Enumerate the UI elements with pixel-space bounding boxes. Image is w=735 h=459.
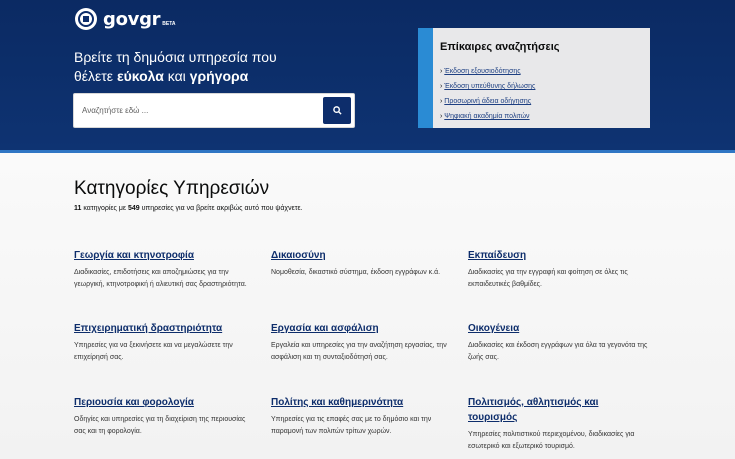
list-item: › Έκδοση υπεύθυνης δήλωσης — [440, 83, 536, 90]
category-link-business[interactable]: Επιχειρηματική δραστηριότητα — [74, 321, 259, 336]
search-icon — [332, 106, 342, 115]
list-item: › Προσωρινή άδεια οδήγησης — [440, 98, 532, 105]
category-description: Διαδικασίες, επιδοτήσεις και αποζημιώσει… — [74, 269, 247, 288]
popular-searches-panel: Επίκαιρες αναζητήσεις › Έκδοση εξουσιοδό… — [418, 28, 650, 128]
list-item: › Ψηφιακή ακαδημία πολιτών — [440, 113, 530, 120]
popular-link[interactable]: Προσωρινή άδεια οδήγησης — [444, 98, 531, 105]
category-card: Δικαιοσύνη Νομοθεσία, δικαστικό σύστημα,… — [271, 248, 456, 279]
category-card: Πολιτισμός, αθλητισμός και τουρισμός Υπη… — [468, 395, 648, 453]
category-description: Οδηγίες και υπηρεσίες για τη διαχείριση … — [74, 416, 246, 435]
popular-link[interactable]: Έκδοση υπεύθυνης δήλωσης — [444, 83, 535, 90]
category-description: Διαδικασίες και έκδοση εγγράφων για όλα … — [468, 342, 648, 361]
category-card: Εκπαίδευση Διαδικασίες για την εγγραφή κ… — [468, 248, 653, 291]
category-card: Εργασία και ασφάλιση Εργαλεία και υπηρεσ… — [271, 321, 456, 364]
category-card: Οικογένεια Διαδικασίες και έκδοση εγγράφ… — [468, 321, 653, 364]
category-description: Υπηρεσίες πολιτιστικού περιεχομένου, δια… — [468, 431, 635, 450]
page-title: Κατηγορίες Υπηρεσιών — [74, 178, 270, 199]
search-box — [73, 93, 355, 128]
category-link-education[interactable]: Εκπαίδευση — [468, 248, 653, 263]
category-link-justice[interactable]: Δικαιοσύνη — [271, 248, 456, 263]
category-description: Νομοθεσία, δικαστικό σύστημα, έκδοση εγγ… — [271, 269, 441, 276]
category-description: Διαδικασίες για την εγγραφή και φοίτηση … — [468, 269, 628, 288]
popular-link[interactable]: Ψηφιακή ακαδημία πολιτών — [444, 113, 529, 120]
govgr-logo[interactable]: govgr BETA — [75, 7, 176, 31]
tagline-line1: Βρείτε τη δημόσια υπηρεσία που — [74, 49, 277, 65]
search-input[interactable] — [74, 94, 322, 127]
category-link-citizen[interactable]: Πολίτης και καθημερινότητα — [271, 395, 456, 410]
categories-summary: 11 κατηγορίες με 549 υπηρεσίες για να βρ… — [74, 205, 303, 212]
category-description: Υπηρεσίες για τις επαφές σας με το δημόσ… — [271, 416, 432, 435]
category-link-property[interactable]: Περιουσία και φορολογία — [74, 395, 259, 410]
category-description: Εργαλεία και υπηρεσίες για την αναζήτηση… — [271, 342, 447, 361]
category-card: Επιχειρηματική δραστηριότητα Υπηρεσίες γ… — [74, 321, 259, 364]
category-link-family[interactable]: Οικογένεια — [468, 321, 653, 336]
beta-badge: BETA — [162, 20, 176, 27]
popular-searches-title: Επίκαιρες αναζητήσεις — [440, 41, 560, 53]
list-item: › Έκδοση εξουσιοδότησης — [440, 68, 521, 75]
greek-emblem-icon — [75, 8, 97, 30]
category-card: Πολίτης και καθημερινότητα Υπηρεσίες για… — [271, 395, 456, 438]
category-card: Γεωργία και κτηνοτροφία Διαδικασίες, επι… — [74, 248, 259, 291]
popular-searches-list: › Έκδοση εξουσιοδότησης › Έκδοση υπεύθυν… — [440, 64, 535, 124]
category-description: Υπηρεσίες για να ξεκινήσετε και να μεγαλ… — [74, 342, 233, 361]
category-link-employment[interactable]: Εργασία και ασφάλιση — [271, 321, 456, 336]
category-link-culture[interactable]: Πολιτισμός, αθλητισμός και τουρισμός — [468, 395, 648, 425]
category-card: Περιουσία και φορολογία Οδηγίες και υπηρ… — [74, 395, 259, 438]
search-button[interactable] — [323, 97, 351, 124]
category-link-agriculture[interactable]: Γεωργία και κτηνοτροφία — [74, 248, 259, 263]
popular-link[interactable]: Έκδοση εξουσιοδότησης — [444, 68, 520, 75]
logo-wordmark: govgr — [103, 8, 161, 30]
tagline-line2: θέλετε εύκολα και γρήγορα — [74, 68, 249, 84]
hero-tagline: Βρείτε τη δημόσια υπηρεσία που θέλετε εύ… — [74, 48, 374, 86]
